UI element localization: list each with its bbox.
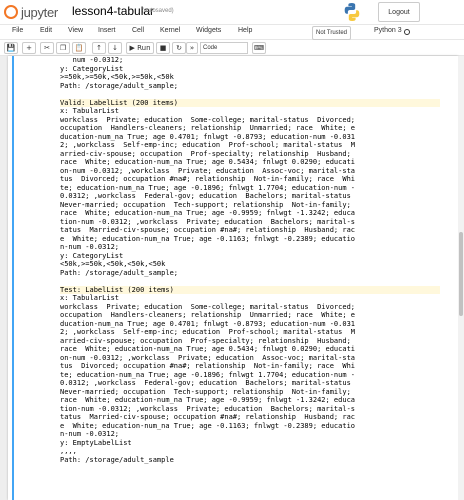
output-line: 0.0312; ,workclass Federal-gov; educatio… xyxy=(60,379,351,387)
output-line: 2; ,workclass Self-emp-inc; education Pr… xyxy=(60,328,356,336)
output-line: tus Divorced; occupation #na#; relations… xyxy=(60,175,356,183)
output-line: ducation-num_na True; age 0.4701; fnlwgt… xyxy=(60,319,356,328)
run-button[interactable]: ▶ Run xyxy=(126,42,154,54)
menu-file[interactable]: File xyxy=(12,27,23,34)
header: jupyter lesson4-tabular (autosaved) Logo… xyxy=(0,0,464,24)
scrollbar-thumb[interactable] xyxy=(459,232,463,316)
toolbar: 💾 + ✂ ❐ 📋 ↑ ↓ ▶ Run ■ ↻ » Code ⌨ xyxy=(0,40,464,56)
output-line: x: TabularList xyxy=(60,294,120,302)
output-line: y: EmptyLabelList xyxy=(60,438,132,447)
stop-icon: ■ xyxy=(159,44,167,52)
output-line: Path: /storage/adult_sample; xyxy=(60,81,179,90)
notebook-page: num -0.0312; y: CategoryList >=50k,>=50k,<… xyxy=(8,56,458,500)
output-line: Never-married; occupation Tech-support; … xyxy=(60,387,351,396)
output-line: Path: /storage/adult_sample xyxy=(60,455,174,464)
menu-help[interactable]: Help xyxy=(238,27,252,34)
restart-icon: ↻ xyxy=(176,44,182,52)
output-line: tus Divorced; occupation #na#; relations… xyxy=(60,362,356,370)
output-section-header: Test: LabelList (200 items) xyxy=(60,285,440,294)
output-line: Never-married; occupation Tech-support; … xyxy=(60,200,351,209)
output-line: num -0.0312; xyxy=(60,56,124,64)
jupyter-logo[interactable]: jupyter xyxy=(4,3,58,21)
output-line: race White; education-num_na True; age 0… xyxy=(60,158,356,166)
output-line: ducation-num_na True; age 0.4701; fnlwgt… xyxy=(60,132,356,141)
output-line: >=50k,>=50k,<50k,>=50k,<50k xyxy=(60,73,174,81)
menu-cell[interactable]: Cell xyxy=(132,27,144,34)
menu-kernel[interactable]: Kernel xyxy=(160,27,180,34)
paste-button[interactable]: 📋 xyxy=(72,42,86,54)
output-line: n-num -0.0312; xyxy=(60,243,120,251)
insert-cell-button[interactable]: + xyxy=(22,42,36,54)
kernel-idle-icon xyxy=(404,29,410,35)
output-line: on-num -0.0312; ,workclass Private; educ… xyxy=(60,353,356,362)
output-section-header: Valid: LabelList (200 items) xyxy=(60,98,440,107)
interrupt-button[interactable]: ■ xyxy=(156,42,170,54)
arrow-up-icon: ↑ xyxy=(96,44,102,52)
save-button[interactable]: 💾 xyxy=(4,42,18,54)
cell-output: num -0.0312; y: CategoryList >=50k,>=50k,<… xyxy=(60,56,440,464)
output-line: arried-civ-spouse; occupation Prof-speci… xyxy=(60,336,351,345)
jupyter-logo-icon xyxy=(4,5,18,19)
output-line: on-num -0.0312; ,workclass Private; educ… xyxy=(60,166,356,175)
output-line: x: TabularList xyxy=(60,107,120,115)
logout-button[interactable]: Logout xyxy=(378,2,420,22)
scissors-icon: ✂ xyxy=(44,44,50,52)
menu-edit[interactable]: Edit xyxy=(40,27,52,34)
output-line: y: CategoryList xyxy=(60,64,124,73)
output-line: tatus Married-civ-spouse; occupation #na… xyxy=(60,413,356,421)
cell-type-select[interactable]: Code xyxy=(200,42,248,54)
output-line: 2; ,workclass Self-emp-inc; education Pr… xyxy=(60,141,356,149)
copy-button[interactable]: ❐ xyxy=(56,42,70,54)
output-line: tion-num -0.0312; ,workclass Private; ed… xyxy=(60,217,356,226)
command-palette-button[interactable]: ⌨ xyxy=(252,42,266,54)
output-line: tion-num -0.0312; ,workclass Private; ed… xyxy=(60,404,356,413)
menu-widgets[interactable]: Widgets xyxy=(196,27,221,34)
output-line: workclass Private; education Some-colleg… xyxy=(60,302,356,311)
output-line: race White; education-num_na True; age -… xyxy=(60,209,356,217)
python-logo-icon xyxy=(344,3,360,21)
copy-icon: ❐ xyxy=(59,44,67,52)
restart-button[interactable]: ↻ xyxy=(172,42,186,54)
output-line: race White; education-num_na True; age -… xyxy=(60,396,356,404)
output-line: Path: /storage/adult_sample; xyxy=(60,268,179,277)
output-line: e White; education-num_na True; age -0.1… xyxy=(60,234,356,243)
output-line: race White; education-num_na True; age 0… xyxy=(60,345,356,353)
cut-button[interactable]: ✂ xyxy=(40,42,54,54)
run-icon: ▶ xyxy=(129,44,135,52)
menubar: File Edit View Insert Cell Kernel Widget… xyxy=(0,24,464,40)
kernel-name: Python 3 xyxy=(374,27,402,34)
output-line: y: CategoryList xyxy=(60,251,124,260)
move-up-button[interactable]: ↑ xyxy=(92,42,106,54)
plus-icon: + xyxy=(26,44,32,52)
arrow-down-icon: ↓ xyxy=(112,44,118,52)
output-line: 0.0312; ,workclass Federal-gov; educatio… xyxy=(60,192,351,200)
output-line: tatus Married-civ-spouse; occupation #na… xyxy=(60,226,356,234)
selected-cell-indicator xyxy=(12,56,14,500)
autosave-status: (autosaved) xyxy=(142,8,174,14)
output-line: n-num -0.0312; xyxy=(60,430,120,438)
save-icon: 💾 xyxy=(6,44,16,52)
output-line: e White; education-num_na True; age -0.1… xyxy=(60,421,356,430)
output-line: occupation Handlers-cleaners; relationsh… xyxy=(60,124,356,132)
output-line: occupation Handlers-cleaners; relationsh… xyxy=(60,311,356,319)
menu-view[interactable]: View xyxy=(68,27,83,34)
output-line: te; education-num_na True; age -0.1896; … xyxy=(60,183,356,192)
output-line: arried-civ-spouse; occupation Prof-speci… xyxy=(60,149,351,158)
keyboard-icon: ⌨ xyxy=(253,44,265,52)
logo-text: jupyter xyxy=(21,4,58,20)
output-line: workclass Private; education Some-colleg… xyxy=(60,115,356,124)
trust-status-button[interactable]: Not Trusted xyxy=(312,26,352,40)
run-label: Run xyxy=(137,44,151,52)
output-line: <50k,>=50k,<50k,<50k,<50k xyxy=(60,260,166,268)
fast-forward-icon: » xyxy=(189,44,195,52)
restart-run-all-button[interactable]: » xyxy=(186,42,198,54)
paste-icon: 📋 xyxy=(74,44,84,52)
notebook-area: num -0.0312; y: CategoryList >=50k,>=50k,<… xyxy=(0,56,464,500)
output-line: te; education-num_na True; age -0.1896; … xyxy=(60,370,356,379)
menu-insert[interactable]: Insert xyxy=(98,27,116,34)
move-down-button[interactable]: ↓ xyxy=(108,42,122,54)
output-line: ,,,, xyxy=(60,447,77,455)
